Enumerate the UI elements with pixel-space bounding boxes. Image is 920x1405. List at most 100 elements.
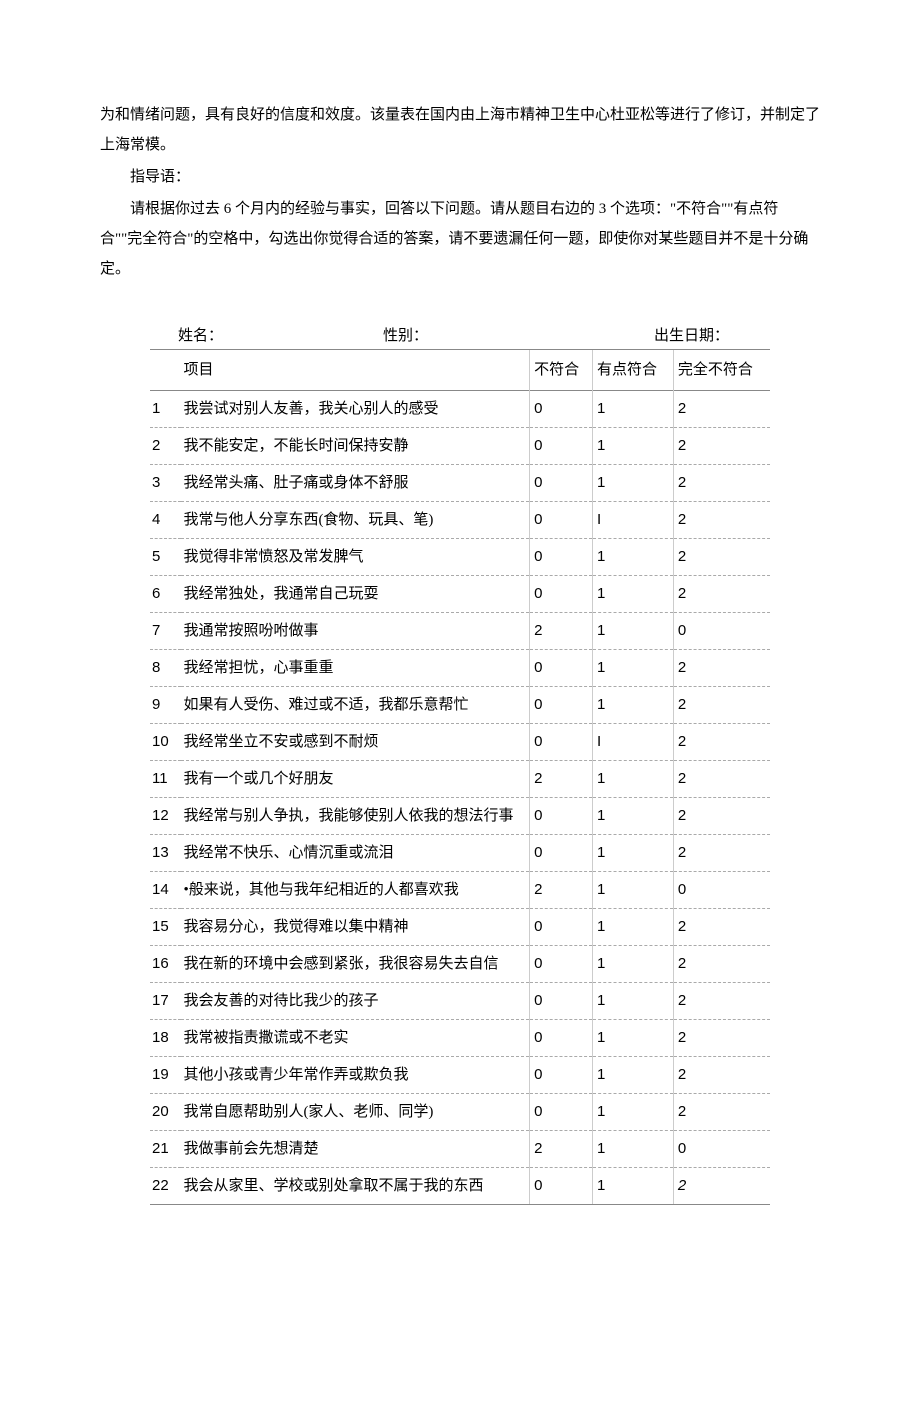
row-num: 6 bbox=[150, 576, 181, 613]
row-c3[interactable]: 0 bbox=[673, 613, 770, 650]
row-c3[interactable]: 2 bbox=[673, 798, 770, 835]
row-c3[interactable]: 2 bbox=[673, 835, 770, 872]
row-c3[interactable]: 2 bbox=[673, 465, 770, 502]
row-c2[interactable]: I bbox=[593, 724, 674, 761]
row-c3[interactable]: 2 bbox=[673, 909, 770, 946]
row-c3[interactable]: 2 bbox=[673, 983, 770, 1020]
header-c1: 不符合 bbox=[530, 350, 593, 391]
table-row: 11我有一个或几个好朋友212 bbox=[150, 761, 770, 798]
row-num: 8 bbox=[150, 650, 181, 687]
row-item: 我经常与别人争执，我能够使别人依我的想法行事 bbox=[181, 798, 529, 835]
row-c2[interactable]: I bbox=[593, 502, 674, 539]
row-num: 11 bbox=[150, 761, 181, 798]
row-c2[interactable]: 1 bbox=[593, 1020, 674, 1057]
row-c1[interactable]: 2 bbox=[530, 1131, 593, 1168]
row-c2[interactable]: 1 bbox=[593, 428, 674, 465]
row-item: 我觉得非常愤怒及常发脾气 bbox=[181, 539, 529, 576]
row-c1[interactable]: 0 bbox=[530, 576, 593, 613]
row-c3[interactable]: 2 bbox=[673, 1094, 770, 1131]
row-c1[interactable]: 0 bbox=[530, 650, 593, 687]
table-row: 13我经常不快乐、心情沉重或流泪012 bbox=[150, 835, 770, 872]
row-c3[interactable]: 2 bbox=[673, 391, 770, 428]
row-c2[interactable]: 1 bbox=[593, 1131, 674, 1168]
row-c2[interactable]: 1 bbox=[593, 798, 674, 835]
table-row: 17我会友善的对待比我少的孩子012 bbox=[150, 983, 770, 1020]
row-c3[interactable]: 2 bbox=[673, 724, 770, 761]
row-c1[interactable]: 0 bbox=[530, 391, 593, 428]
row-item: 我不能安定，不能长时间保持安静 bbox=[181, 428, 529, 465]
row-c1[interactable]: 0 bbox=[530, 983, 593, 1020]
row-c1[interactable]: 0 bbox=[530, 502, 593, 539]
row-c2[interactable]: 1 bbox=[593, 761, 674, 798]
form-area: 姓名： 性别： 出生日期： 项目 不符合 有点符合 完全不符合 1我尝试对别人友… bbox=[100, 324, 820, 1205]
row-c3[interactable]: 2 bbox=[673, 687, 770, 724]
row-c2[interactable]: 1 bbox=[593, 909, 674, 946]
table-row: 3我经常头痛、肚子痛或身体不舒服012 bbox=[150, 465, 770, 502]
table-row: 2我不能安定，不能长时间保持安静012 bbox=[150, 428, 770, 465]
row-c1[interactable]: 0 bbox=[530, 1168, 593, 1205]
row-c2[interactable]: 1 bbox=[593, 465, 674, 502]
row-c3[interactable]: 2 bbox=[673, 1020, 770, 1057]
row-c1[interactable]: 0 bbox=[530, 946, 593, 983]
row-c1[interactable]: 2 bbox=[530, 761, 593, 798]
row-c3[interactable]: 2 bbox=[673, 1057, 770, 1094]
row-c3[interactable]: 2 bbox=[673, 1168, 770, 1205]
row-item: 我通常按照吩咐做事 bbox=[181, 613, 529, 650]
row-c3[interactable]: 2 bbox=[673, 539, 770, 576]
row-c1[interactable]: 2 bbox=[530, 613, 593, 650]
table-row: 15我容易分心，我觉得难以集中精神012 bbox=[150, 909, 770, 946]
row-c1[interactable]: 0 bbox=[530, 1020, 593, 1057]
row-c1[interactable]: 0 bbox=[530, 539, 593, 576]
row-c1[interactable]: 0 bbox=[530, 428, 593, 465]
row-c2[interactable]: 1 bbox=[593, 539, 674, 576]
row-c2[interactable]: 1 bbox=[593, 1094, 674, 1131]
row-num: 10 bbox=[150, 724, 181, 761]
row-c2[interactable]: 1 bbox=[593, 946, 674, 983]
row-item: 我尝试对别人友善，我关心别人的感受 bbox=[181, 391, 529, 428]
row-c1[interactable]: 0 bbox=[530, 687, 593, 724]
row-c3[interactable]: 2 bbox=[673, 502, 770, 539]
row-c3[interactable]: 0 bbox=[673, 1131, 770, 1168]
row-c1[interactable]: 0 bbox=[530, 1094, 593, 1131]
birth-label: 出生日期： bbox=[613, 324, 770, 345]
row-num: 2 bbox=[150, 428, 181, 465]
questionnaire-table: 项目 不符合 有点符合 完全不符合 1我尝试对别人友善，我关心别人的感受0122… bbox=[150, 349, 770, 1205]
row-c3[interactable]: 2 bbox=[673, 946, 770, 983]
row-c2[interactable]: 1 bbox=[593, 1168, 674, 1205]
row-c2[interactable]: 1 bbox=[593, 650, 674, 687]
row-c1[interactable]: 0 bbox=[530, 909, 593, 946]
intro-section: 为和情绪问题，具有良好的信度和效度。该量表在国内由上海市精神卫生中心杜亚松等进行… bbox=[100, 100, 820, 284]
row-c2[interactable]: 1 bbox=[593, 576, 674, 613]
row-num: 22 bbox=[150, 1168, 181, 1205]
row-c1[interactable]: 0 bbox=[530, 835, 593, 872]
row-c1[interactable]: 0 bbox=[530, 798, 593, 835]
row-item: 我做事前会先想清楚 bbox=[181, 1131, 529, 1168]
row-item: 如果有人受伤、难过或不适，我都乐意帮忙 bbox=[181, 687, 529, 724]
intro-p2: 指导语： bbox=[100, 162, 820, 192]
row-c2[interactable]: 1 bbox=[593, 613, 674, 650]
row-c1[interactable]: 0 bbox=[530, 724, 593, 761]
table-row: 6我经常独处，我通常自己玩耍012 bbox=[150, 576, 770, 613]
row-c2[interactable]: 1 bbox=[593, 983, 674, 1020]
row-c2[interactable]: 1 bbox=[593, 391, 674, 428]
row-num: 9 bbox=[150, 687, 181, 724]
row-num: 14 bbox=[150, 872, 181, 909]
row-c3[interactable]: 2 bbox=[673, 650, 770, 687]
row-c2[interactable]: 1 bbox=[593, 687, 674, 724]
row-c3[interactable]: 2 bbox=[673, 576, 770, 613]
row-num: 7 bbox=[150, 613, 181, 650]
row-num: 18 bbox=[150, 1020, 181, 1057]
row-c1[interactable]: 0 bbox=[530, 1057, 593, 1094]
row-c1[interactable]: 0 bbox=[530, 465, 593, 502]
row-c3[interactable]: 2 bbox=[673, 761, 770, 798]
row-c1[interactable]: 2 bbox=[530, 872, 593, 909]
row-c3[interactable]: 2 bbox=[673, 428, 770, 465]
row-item: 我在新的环境中会感到紧张，我很容易失去自信 bbox=[181, 946, 529, 983]
row-c3[interactable]: 0 bbox=[673, 872, 770, 909]
row-c2[interactable]: 1 bbox=[593, 835, 674, 872]
table-row: 5我觉得非常愤怒及常发脾气012 bbox=[150, 539, 770, 576]
row-c2[interactable]: 1 bbox=[593, 872, 674, 909]
table-row: 19其他小孩或青少年常作弄或欺负我012 bbox=[150, 1057, 770, 1094]
row-c2[interactable]: 1 bbox=[593, 1057, 674, 1094]
row-item: 我经常担忧，心事重重 bbox=[181, 650, 529, 687]
